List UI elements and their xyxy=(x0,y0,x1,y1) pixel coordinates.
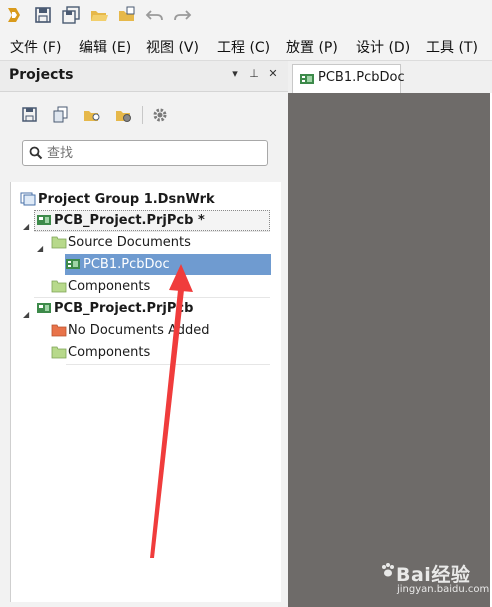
watermark: Bai经验 jingyan.baidu.com xyxy=(380,558,490,598)
annotation-arrow xyxy=(150,264,193,558)
watermark-logo-text: Bai经验 xyxy=(396,564,471,586)
paw-logo-icon xyxy=(382,563,394,577)
watermark-url: jingyan.baidu.com xyxy=(397,584,490,595)
